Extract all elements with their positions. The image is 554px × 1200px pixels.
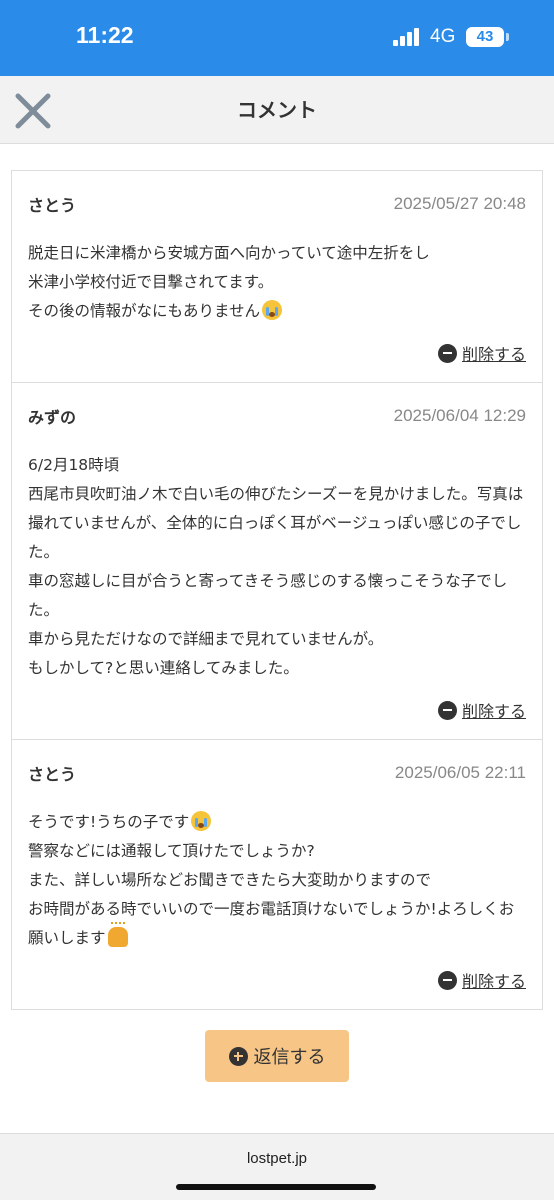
delete-label: 削除する: [461, 345, 526, 364]
comment-text: 脱走日に米津橋から安城方面へ向かっていて途中左折をし 米津小学校付近で目撃されて…: [28, 244, 430, 320]
comment-list: さとう 2025/05/27 20:48 脱走日に米津橋から安城方面へ向かってい…: [11, 170, 543, 1010]
comment-body: そうです!うちの子です 警察などには通報して頂けたでしょうか? また、詳しい場所…: [28, 808, 526, 953]
comment-date: 2025/06/04 12:29: [393, 406, 526, 425]
home-indicator[interactable]: [176, 1184, 376, 1190]
battery-icon: 43: [466, 27, 509, 47]
signal-icon: [393, 28, 419, 46]
comment-item: さとう 2025/05/27 20:48 脱走日に米津橋から安城方面へ向かってい…: [12, 171, 542, 383]
reply-button[interactable]: 返信する: [205, 1030, 349, 1082]
header: コメント: [0, 76, 554, 144]
plus-circle-icon: [228, 1046, 248, 1066]
status-time: 11:22: [76, 22, 134, 48]
url-label[interactable]: lostpet.jp: [0, 1150, 554, 1167]
network-label: 4G: [430, 26, 456, 47]
comment-text: 6/2月18時頃 西尾市貝吹町油ノ木で白い毛の伸びたシーズーを見かけました。写真…: [28, 456, 524, 677]
bowing-person-icon: [107, 922, 128, 947]
comment-author: さとう: [28, 196, 77, 215]
close-button[interactable]: [12, 90, 54, 132]
delete-button[interactable]: 削除する: [437, 698, 526, 722]
comment-author: さとう: [28, 765, 77, 784]
comment-text: 警察などには通報して頂けたでしょうか? また、詳しい場所などお聞きできたら大変助…: [28, 842, 515, 947]
comment-date: 2025/05/27 20:48: [393, 194, 526, 213]
reply-label: 返信する: [253, 1047, 326, 1068]
browser-bar: lostpet.jp: [0, 1133, 554, 1200]
crying-face-icon: [262, 300, 283, 320]
delete-label: 削除する: [461, 702, 526, 721]
delete-button[interactable]: 削除する: [437, 341, 526, 365]
delete-label: 削除する: [461, 972, 526, 991]
comment-date: 2025/06/05 22:11: [394, 763, 526, 782]
minus-circle-icon: [437, 970, 457, 990]
comment-author: みずの: [28, 408, 77, 427]
page-title: コメント: [237, 98, 317, 122]
minus-circle-icon: [437, 700, 457, 720]
comment-text-line1: そうです!うちの子です: [28, 813, 190, 831]
comment-item: さとう 2025/06/05 22:11 そうです!うちの子です 警察などには通…: [12, 740, 542, 1009]
comment-body: 6/2月18時頃 西尾市貝吹町油ノ木で白い毛の伸びたシーズーを見かけました。写真…: [28, 451, 526, 683]
comment-item: みずの 2025/06/04 12:29 6/2月18時頃 西尾市貝吹町油ノ木で…: [12, 383, 542, 740]
close-icon: [15, 93, 51, 129]
comment-body: 脱走日に米津橋から安城方面へ向かっていて途中左折をし 米津小学校付近で目撃されて…: [28, 239, 526, 326]
crying-face-icon: [191, 811, 212, 831]
delete-button[interactable]: 削除する: [437, 968, 526, 992]
minus-circle-icon: [437, 343, 457, 363]
status-bar: 11:22 4G 43: [0, 0, 554, 76]
